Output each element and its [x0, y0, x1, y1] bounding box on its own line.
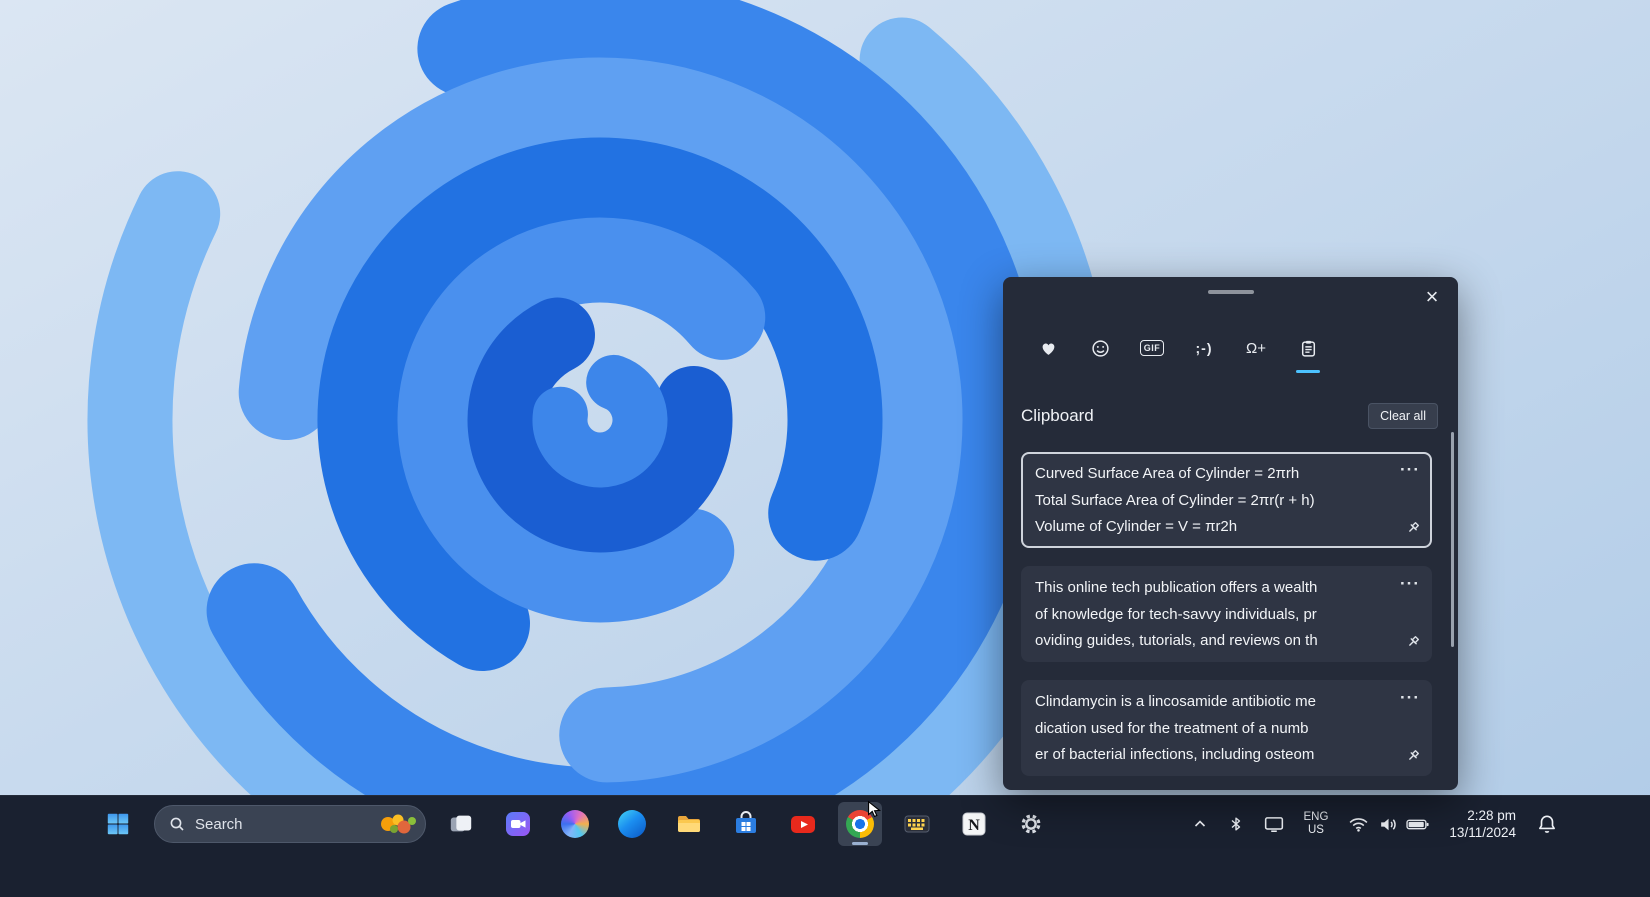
display-device-button[interactable]: [1262, 813, 1286, 835]
clipboard-item-line: oviding guides, tutorials, and reviews o…: [1035, 628, 1388, 655]
system-tray: ENG US: [1190, 805, 1561, 843]
clipboard-item-line: Curved Surface Area of Cylinder = 2πrh: [1035, 461, 1388, 488]
quick-settings-button[interactable]: [1346, 814, 1431, 835]
notification-center-button[interactable]: [1534, 811, 1560, 837]
bluetooth-icon: [1228, 815, 1244, 833]
search-icon: [169, 816, 185, 832]
clipboard-item-line: dication used for the treatment of a num…: [1035, 716, 1388, 743]
pin-icon[interactable]: [1402, 517, 1424, 542]
display-icon: [1264, 815, 1284, 833]
notion-icon: N: [960, 810, 988, 838]
clipboard-item-line: This online tech publication offers a we…: [1035, 575, 1388, 602]
youtube-button[interactable]: [781, 802, 825, 846]
kaomoji-icon-label: ;-): [1196, 340, 1213, 356]
file-explorer-button[interactable]: [667, 802, 711, 846]
clipboard-item[interactable]: This online tech publication offers a we…: [1021, 566, 1432, 662]
more-options-icon[interactable]: ···: [1396, 570, 1424, 598]
clipboard-panel: × GIF ;-) Ω+: [1003, 277, 1458, 790]
copilot-button[interactable]: [553, 802, 597, 846]
close-icon[interactable]: ×: [1416, 281, 1448, 313]
pin-icon-glyph: [1405, 748, 1421, 764]
settings-button[interactable]: [1009, 802, 1053, 846]
folder-icon: [675, 810, 703, 838]
clock-button[interactable]: 2:28 pm 13/11/2024: [1447, 805, 1518, 843]
smiley-icon[interactable]: [1085, 333, 1115, 363]
search-box[interactable]: Search: [154, 805, 426, 843]
volume-icon: [1378, 816, 1397, 833]
battery-icon: [1406, 818, 1429, 831]
clipboard-item-line: of knowledge for tech-savvy individuals,…: [1035, 602, 1388, 629]
tray-date: 13/11/2024: [1449, 824, 1516, 841]
store-icon: [732, 810, 760, 838]
language-line1: ENG: [1304, 811, 1329, 824]
pin-icon[interactable]: [1402, 745, 1424, 770]
heart-icon[interactable]: [1033, 333, 1063, 363]
panel-tab-row: GIF ;-) Ω+: [1033, 333, 1323, 363]
clipboard-item[interactable]: Clindamycin is a lincosamide antibiotic …: [1021, 680, 1432, 776]
gif-icon[interactable]: GIF: [1137, 333, 1167, 363]
edge-browser-icon: [618, 810, 646, 838]
tray-time: 2:28 pm: [1449, 807, 1516, 824]
symbols-icon-label: Ω+: [1246, 340, 1266, 357]
clear-all-button[interactable]: Clear all: [1368, 403, 1438, 429]
more-options-icon[interactable]: ···: [1396, 684, 1424, 712]
language-line2: US: [1304, 824, 1329, 837]
task-view-button[interactable]: [439, 802, 483, 846]
youtube-icon: [789, 810, 817, 838]
keyboard-app-button[interactable]: [895, 802, 939, 846]
clipboard-items-list: Curved Surface Area of Cylinder = 2πrh T…: [1021, 452, 1432, 776]
clipboard-item[interactable]: Curved Surface Area of Cylinder = 2πrh T…: [1021, 452, 1432, 548]
panel-title: Clipboard: [1021, 406, 1094, 426]
clipboard-item-line: Volume of Cylinder = V = πr2h: [1035, 514, 1388, 541]
windows-logo-icon: [105, 811, 131, 837]
chrome-button[interactable]: [838, 802, 882, 846]
copilot-icon: [561, 810, 589, 838]
notion-button[interactable]: N: [952, 802, 996, 846]
clipboard-item-line: Total Surface Area of Cylinder = 2πr(r +…: [1035, 488, 1388, 515]
taskbar: Search: [0, 795, 1650, 897]
pin-icon-glyph: [1405, 634, 1421, 650]
kaomoji-icon[interactable]: ;-): [1189, 333, 1219, 363]
task-view-icon: [448, 811, 474, 837]
chevron-up-icon: [1192, 817, 1208, 831]
clipboard-item-line: Clindamycin is a lincosamide antibiotic …: [1035, 689, 1388, 716]
bluetooth-button[interactable]: [1226, 813, 1246, 835]
panel-header: Clipboard Clear all: [1021, 403, 1438, 429]
smiley-icon-glyph: [1091, 339, 1110, 358]
active-tab-underline: [1296, 370, 1320, 373]
svg-text:N: N: [968, 817, 980, 834]
more-options-icon[interactable]: ···: [1396, 456, 1424, 484]
tray-overflow-button[interactable]: [1190, 815, 1210, 833]
pin-icon[interactable]: [1402, 631, 1424, 656]
gif-icon-label: GIF: [1140, 340, 1165, 356]
search-input-placeholder: Search: [195, 816, 364, 833]
start-button[interactable]: [96, 802, 140, 846]
video-chat-icon: [504, 810, 532, 838]
panel-drag-handle[interactable]: [1208, 290, 1254, 294]
clipboard-icon-glyph: [1299, 339, 1318, 358]
heart-icon-glyph: [1039, 339, 1058, 358]
clipboard-icon[interactable]: [1293, 333, 1323, 363]
chrome-icon: [846, 810, 874, 838]
gear-icon: [1018, 811, 1044, 837]
symbols-icon[interactable]: Ω+: [1241, 333, 1271, 363]
wifi-icon: [1348, 816, 1369, 833]
chat-button[interactable]: [496, 802, 540, 846]
edge-button[interactable]: [610, 802, 654, 846]
search-highlight-graphic: [374, 810, 420, 838]
pin-icon-glyph: [1405, 520, 1421, 536]
active-app-indicator: [852, 842, 868, 845]
taskbar-inner: Search: [0, 796, 1650, 852]
keyboard-icon: [903, 810, 931, 838]
bell-icon: [1536, 813, 1558, 835]
scrollbar-thumb[interactable]: [1451, 432, 1454, 647]
language-switcher[interactable]: ENG US: [1302, 809, 1331, 839]
microsoft-store-button[interactable]: [724, 802, 768, 846]
clipboard-item-line: er of bacterial infections, including os…: [1035, 742, 1388, 769]
panel-scrollbar[interactable]: [1451, 427, 1455, 780]
